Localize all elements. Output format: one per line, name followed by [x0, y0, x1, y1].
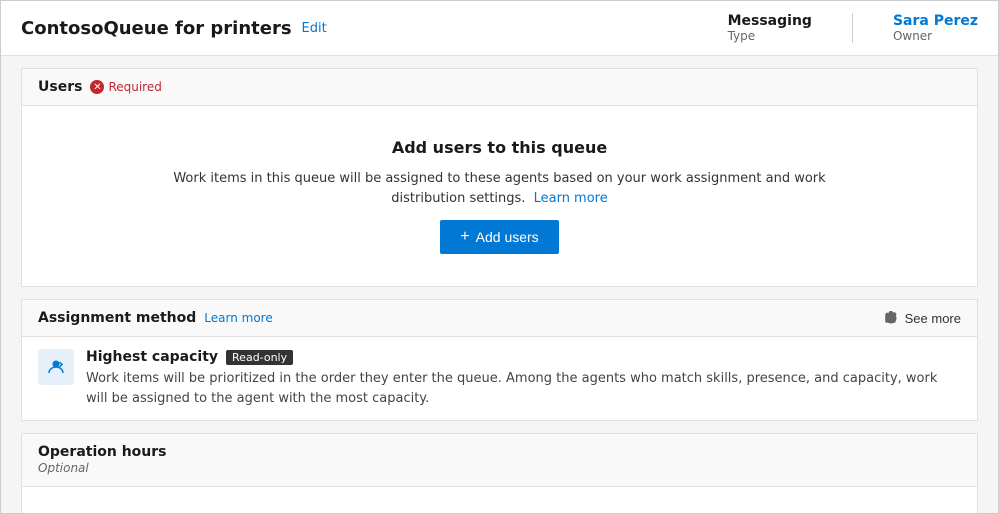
users-title: Users: [38, 79, 82, 95]
users-panel-body: Add users to this queue Work items in th…: [22, 106, 977, 286]
required-label: Required: [108, 80, 161, 94]
users-section: Users ✕ Required Add users to this queue…: [21, 68, 978, 287]
plus-icon: +: [460, 228, 469, 246]
page-title: ContosoQueue for printers: [21, 18, 292, 39]
assignment-header-left: Assignment method Learn more: [38, 310, 273, 326]
add-users-label: Add users: [476, 229, 539, 245]
assignment-item: Highest capacity Read-only Work items wi…: [22, 337, 977, 420]
required-badge: ✕ Required: [90, 80, 161, 94]
add-users-desc: Work items in this queue will be assigne…: [160, 169, 840, 208]
gear-icon: [883, 310, 899, 326]
users-learn-more-link[interactable]: Learn more: [534, 191, 608, 206]
operation-optional: Optional: [38, 460, 961, 476]
optional-label: Optional: [38, 461, 89, 475]
capacity-icon: [46, 357, 66, 377]
assignment-header: Assignment method Learn more See more: [22, 300, 977, 337]
app-window: ContosoQueue for printers Edit Messaging…: [0, 0, 999, 514]
add-users-title: Add users to this queue: [392, 138, 607, 157]
meta-owner-label: Owner: [893, 29, 932, 43]
assignment-learn-more-link[interactable]: Learn more: [204, 311, 272, 325]
header-right: Messaging Type Sara Perez Owner: [728, 13, 978, 43]
header-left: ContosoQueue for printers Edit: [21, 18, 327, 39]
operation-title: Operation hours: [38, 444, 167, 460]
add-users-button[interactable]: + Add users: [440, 220, 558, 254]
meta-type: Messaging Type: [728, 13, 812, 43]
meta-owner-value[interactable]: Sara Perez: [893, 13, 978, 29]
operation-section: Operation hours Optional Set your operat…: [21, 433, 978, 513]
header-meta: Messaging Type Sara Perez Owner: [728, 13, 978, 43]
meta-owner: Sara Perez Owner: [893, 13, 978, 43]
read-only-badge: Read-only: [226, 350, 293, 365]
meta-divider: [852, 13, 853, 43]
meta-type-label: Type: [728, 29, 756, 43]
users-header-left: Users ✕ Required: [38, 79, 162, 95]
see-more-button[interactable]: See more: [883, 310, 961, 326]
operation-panel-body: Set your operation hours Choose the days…: [22, 487, 977, 513]
operation-section-header: Operation hours Optional: [22, 434, 977, 487]
meta-type-value: Messaging: [728, 13, 812, 29]
page-header: ContosoQueue for printers Edit Messaging…: [1, 1, 998, 56]
edit-link[interactable]: Edit: [302, 21, 327, 36]
assignment-name: Highest capacity: [86, 349, 218, 365]
assignment-icon-wrap: [38, 349, 74, 385]
assignment-title: Assignment method: [38, 310, 196, 326]
assignment-section: Assignment method Learn more See more: [21, 299, 978, 421]
assignment-title-row: Highest capacity Read-only: [86, 349, 961, 365]
required-icon: ✕: [90, 80, 104, 94]
assignment-content: Highest capacity Read-only Work items wi…: [86, 349, 961, 408]
assignment-desc: Work items will be prioritized in the or…: [86, 369, 961, 408]
see-more-label: See more: [905, 311, 961, 326]
page-content: Users ✕ Required Add users to this queue…: [1, 56, 998, 513]
users-section-header: Users ✕ Required: [22, 69, 977, 106]
